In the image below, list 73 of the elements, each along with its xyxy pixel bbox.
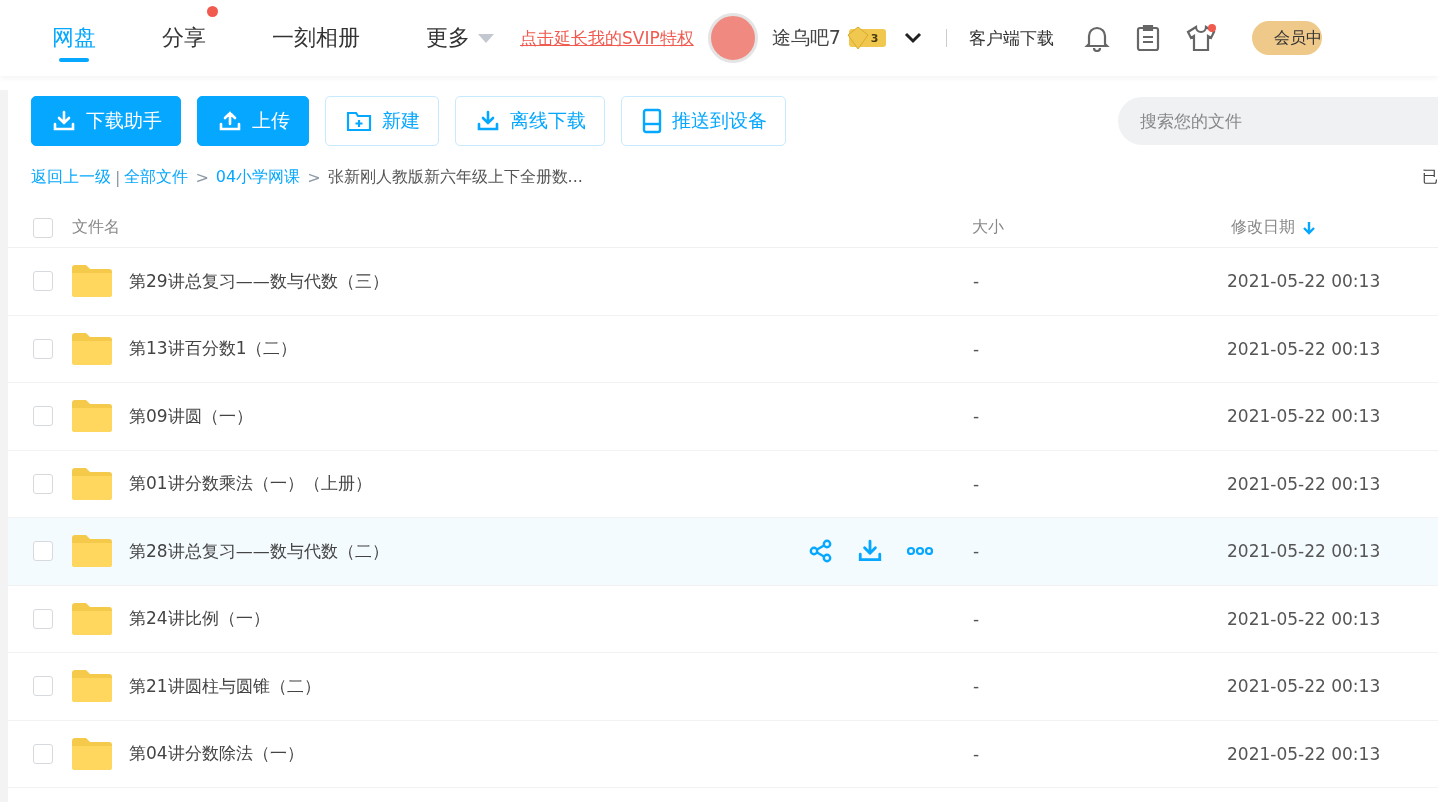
folder-icon — [72, 737, 112, 770]
folder-icon — [72, 535, 112, 568]
file-name[interactable]: 第04讲分数除法（一） — [129, 742, 809, 766]
member-button[interactable]: 会员中 — [1252, 21, 1323, 55]
file-size: - — [973, 676, 981, 697]
column-header[interactable]: 文件名 — [72, 217, 972, 238]
folder-plus-icon — [346, 109, 372, 133]
row-checkbox[interactable] — [33, 743, 53, 764]
tab-indicator — [59, 58, 89, 62]
level-badge: 3 — [848, 29, 887, 47]
modified-date: 2021-05-22 00:13 — [1227, 541, 1381, 562]
file-size: - — [973, 406, 981, 427]
file-size: - — [973, 473, 981, 494]
shirt-icon[interactable] — [1186, 24, 1217, 52]
breadcrumb-current: 张新刚人教版新六年级上下全册数... — [327, 166, 583, 188]
row-checkbox[interactable] — [33, 271, 53, 292]
folder-icon — [72, 670, 112, 703]
row-checkbox[interactable] — [33, 541, 53, 562]
username[interactable]: 途乌吧7 — [771, 25, 841, 51]
file-name[interactable]: 第24讲比例（一） — [129, 607, 809, 631]
column-header[interactable]: 大小 — [972, 217, 1231, 238]
file-name[interactable]: 第13讲百分数1（二） — [129, 337, 809, 361]
nav-tab[interactable]: 分享 — [162, 0, 206, 76]
modified-date: 2021-05-22 00:13 — [1227, 608, 1381, 629]
device-icon — [642, 108, 662, 134]
file-size: - — [973, 338, 981, 359]
modified-date: 2021-05-22 00:13 — [1227, 338, 1381, 359]
file-size: - — [973, 271, 981, 292]
file-name[interactable]: 第21讲圆柱与圆锥（二） — [129, 674, 809, 698]
select-all-checkbox[interactable] — [33, 217, 53, 238]
file-row[interactable]: 第28讲总复习——数与代数（二） - 2021-05-22 00:13 — [8, 518, 1438, 586]
modified-date: 2021-05-22 00:13 — [1227, 406, 1381, 427]
file-size: - — [973, 743, 981, 764]
folder-icon — [72, 602, 112, 635]
nav-tab[interactable]: 更多 — [426, 0, 494, 76]
file-name[interactable]: 第28讲总复习——数与代数（二） — [129, 539, 809, 563]
download-icon — [52, 109, 76, 133]
file-size: - — [973, 541, 981, 562]
search-field[interactable]: 搜索您的文件 — [1118, 97, 1438, 145]
modified-date: 2021-05-22 00:13 — [1227, 271, 1381, 292]
modified-date: 2021-05-22 00:13 — [1227, 743, 1381, 764]
folder-icon — [72, 400, 112, 433]
info-text: 已 — [1422, 166, 1438, 188]
avatar[interactable] — [707, 13, 758, 63]
column-header[interactable]: 修改日期 — [1231, 217, 1315, 238]
file-name[interactable]: 第01讲分数乘法（一）（上册） — [129, 472, 809, 496]
row-checkbox[interactable] — [33, 473, 53, 494]
modified-date: 2021-05-22 00:13 — [1227, 473, 1381, 494]
separator: > — [195, 167, 209, 187]
sort-arrow-icon — [1303, 220, 1315, 235]
download-icon — [476, 109, 500, 133]
bell-icon[interactable] — [1084, 24, 1111, 52]
folder-icon — [72, 332, 112, 365]
file-name[interactable]: 第09讲圆（一） — [129, 404, 809, 428]
more-icon[interactable] — [907, 546, 933, 557]
caret-icon — [478, 33, 494, 43]
separator: | — [115, 167, 121, 187]
chevron-down-icon[interactable] — [904, 32, 923, 44]
row-checkbox[interactable] — [33, 608, 53, 629]
separator: > — [307, 167, 321, 187]
client-download-link[interactable]: 客户端下载 — [969, 26, 1055, 50]
row-checkbox[interactable] — [33, 338, 53, 359]
folder-icon — [72, 467, 112, 500]
row-checkbox[interactable] — [33, 676, 53, 697]
modified-date: 2021-05-22 00:13 — [1227, 676, 1381, 697]
clipboard-icon[interactable] — [1136, 24, 1161, 52]
file-name[interactable]: 第29讲总复习——数与代数（三） — [129, 269, 809, 293]
upload-icon — [218, 109, 242, 133]
folder-icon — [72, 265, 112, 298]
nav-tab[interactable]: 一刻相册 — [272, 0, 360, 76]
share-icon[interactable] — [809, 539, 833, 564]
file-size: - — [973, 608, 981, 629]
row-checkbox[interactable] — [33, 406, 53, 427]
